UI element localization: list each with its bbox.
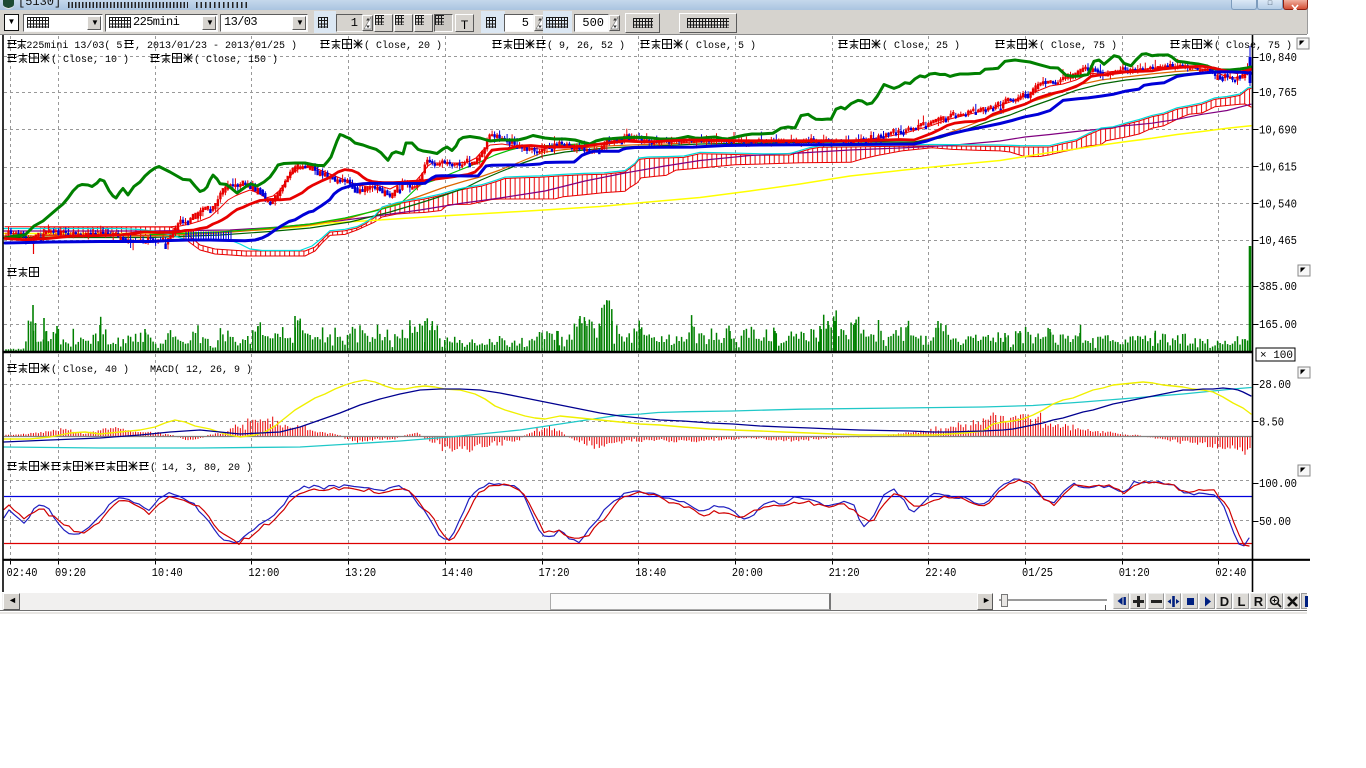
svg-text:( Close, 20 ): ( Close, 20 ) xyxy=(364,40,442,52)
svg-text:22:40: 22:40 xyxy=(925,566,956,580)
svg-text:225mini 13/03( 5: 225mini 13/03( 5 xyxy=(26,40,122,52)
svg-text:( 9, 26, 52 ): ( 9, 26, 52 ) xyxy=(547,40,625,52)
svg-text:10,840: 10,840 xyxy=(1259,51,1297,65)
svg-text:8.50: 8.50 xyxy=(1259,416,1284,430)
svg-text:01:20: 01:20 xyxy=(1119,566,1150,580)
svg-text:13:20: 13:20 xyxy=(345,566,376,580)
svg-text:02:40: 02:40 xyxy=(7,566,38,580)
svg-text:17:20: 17:20 xyxy=(539,566,570,580)
svg-text:385.00: 385.00 xyxy=(1259,280,1297,294)
svg-text:L: L xyxy=(1238,594,1246,609)
svg-text:28.00: 28.00 xyxy=(1259,378,1291,392)
svg-text:( Close, 25 ): ( Close, 25 ) xyxy=(882,40,960,52)
svg-text:10:40: 10:40 xyxy=(152,566,183,580)
svg-text:50.00: 50.00 xyxy=(1259,515,1291,529)
svg-text:× 100: × 100 xyxy=(1260,350,1293,362)
svg-text:( 14, 3, 80, 20 ): ( 14, 3, 80, 20 ) xyxy=(150,462,252,474)
svg-text:01/25: 01/25 xyxy=(1022,566,1053,580)
svg-text:12:00: 12:00 xyxy=(248,566,279,580)
svg-text:R: R xyxy=(1254,594,1264,609)
svg-text:14:40: 14:40 xyxy=(442,566,473,580)
svg-text:20:00: 20:00 xyxy=(732,566,763,580)
svg-text:10,540: 10,540 xyxy=(1259,198,1297,212)
svg-text:( Close, 75 ): ( Close, 75 ) xyxy=(1214,40,1292,52)
svg-text:, 2013/01/23 - 2013/01/25 ): , 2013/01/23 - 2013/01/25 ) xyxy=(135,40,297,52)
svg-text:02:40: 02:40 xyxy=(1215,566,1246,580)
svg-text:21:20: 21:20 xyxy=(829,566,860,580)
svg-text:D: D xyxy=(1220,594,1229,609)
svg-text:09:20: 09:20 xyxy=(55,566,86,580)
svg-text:10,465: 10,465 xyxy=(1259,234,1297,248)
svg-text:( Close, 75 ): ( Close, 75 ) xyxy=(1039,40,1117,52)
svg-text:MACD( 12, 26, 9 ): MACD( 12, 26, 9 ) xyxy=(150,364,252,376)
svg-text:10,765: 10,765 xyxy=(1259,86,1297,100)
svg-text:10,690: 10,690 xyxy=(1259,123,1297,137)
svg-text:( Close, 150 ): ( Close, 150 ) xyxy=(194,54,278,66)
svg-text:100.00: 100.00 xyxy=(1259,477,1297,491)
svg-text:18:40: 18:40 xyxy=(635,566,666,580)
svg-text:( Close, 10 ): ( Close, 10 ) xyxy=(51,54,129,66)
svg-text:165.00: 165.00 xyxy=(1259,318,1297,332)
svg-text:( Close, 40 ): ( Close, 40 ) xyxy=(51,364,129,376)
svg-text:( Close, 5 ): ( Close, 5 ) xyxy=(684,40,756,52)
svg-text:10,615: 10,615 xyxy=(1259,161,1297,175)
